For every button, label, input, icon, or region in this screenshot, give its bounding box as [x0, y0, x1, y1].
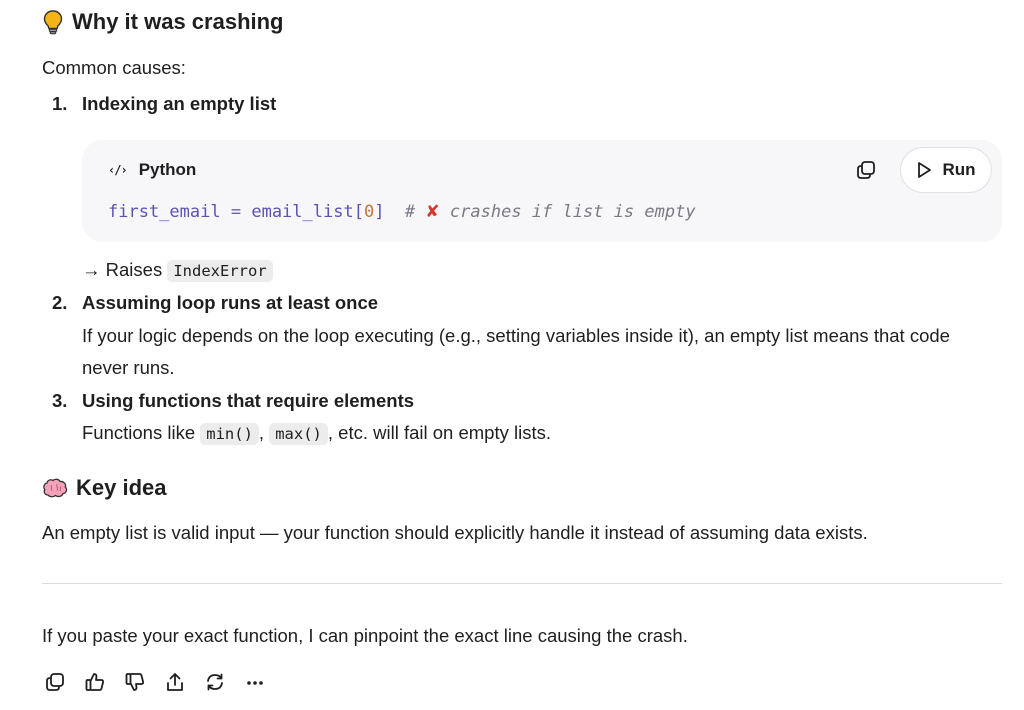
- code-variable: first_email: [108, 202, 221, 222]
- more-button[interactable]: [242, 668, 268, 696]
- inline-code-min: min(): [200, 423, 259, 445]
- regenerate-icon: [207, 673, 223, 691]
- list-number: 1.: [52, 93, 68, 114]
- closing-text: If you paste your exact function, I can …: [42, 625, 688, 646]
- message-actions: [42, 668, 268, 696]
- code-operator: =: [230, 202, 242, 222]
- copy-button[interactable]: [42, 668, 68, 696]
- cause-title-3: Using functions that require elements: [82, 390, 415, 411]
- divider: [42, 583, 1002, 584]
- section-heading-key-idea: Key idea: [42, 475, 167, 501]
- code-block: ‹/› Python Run first_email = email_list[…: [82, 140, 1002, 242]
- code-language-header: ‹/› Python: [108, 160, 196, 180]
- code-index: 0: [363, 202, 375, 222]
- section-heading-crash: Why it was crashing: [42, 9, 284, 35]
- key-idea-text: An empty list is valid input — your func…: [42, 522, 868, 543]
- list-number: 3.: [52, 390, 68, 411]
- cause3-sep: ,: [258, 422, 270, 443]
- lightbulb-icon: [42, 9, 64, 35]
- more-icon: [247, 681, 263, 685]
- share-icon: [167, 673, 183, 691]
- regenerate-button[interactable]: [202, 668, 228, 696]
- intro-text: Common causes:: [42, 57, 186, 78]
- play-icon: [918, 162, 932, 178]
- code-comment: crashes if list is empty: [449, 202, 696, 222]
- copy-icon: [857, 161, 875, 179]
- code-comment-hash: #: [404, 202, 416, 222]
- brain-icon: [42, 477, 68, 499]
- code-close-bracket: ]: [374, 202, 385, 222]
- cause-title-1: Indexing an empty list: [82, 93, 277, 114]
- thumbs-down-button[interactable]: [122, 668, 148, 696]
- cause3-suffix: , etc. will fail on empty lists.: [327, 422, 551, 443]
- code-language-label: Python: [138, 160, 197, 179]
- inline-code-max: max(): [269, 423, 328, 445]
- thumbs-up-icon: [85, 673, 104, 691]
- run-label: Run: [942, 160, 976, 179]
- raises-prefix: → Raises: [82, 259, 163, 280]
- cause3-prefix: Functions like: [82, 422, 201, 443]
- copy-code-button[interactable]: [852, 156, 880, 184]
- section-title: Why it was crashing: [72, 9, 284, 34]
- thumbs-down-icon: [125, 673, 144, 691]
- code-expression: email_list[: [251, 202, 364, 222]
- raises-line: → Raises IndexError: [82, 254, 273, 287]
- thumbs-up-button[interactable]: [82, 668, 108, 696]
- code-icon: ‹/›: [108, 163, 128, 177]
- inline-code-indexerror: IndexError: [167, 260, 273, 282]
- list-number: 2.: [52, 292, 68, 313]
- cause-body-3: Functions like min(), max(), etc. will f…: [82, 417, 551, 450]
- cause-title-2: Assuming loop runs at least once: [82, 292, 379, 313]
- cause-body-2: If your logic depends on the loop execut…: [82, 325, 950, 378]
- cross-mark-icon: ✘: [425, 202, 440, 222]
- share-button[interactable]: [162, 668, 188, 696]
- section-title: Key idea: [76, 475, 167, 500]
- code-line: first_email = email_list[0] # ✘ crashes …: [108, 202, 696, 222]
- copy-icon: [46, 673, 64, 691]
- run-button[interactable]: Run: [900, 147, 992, 193]
